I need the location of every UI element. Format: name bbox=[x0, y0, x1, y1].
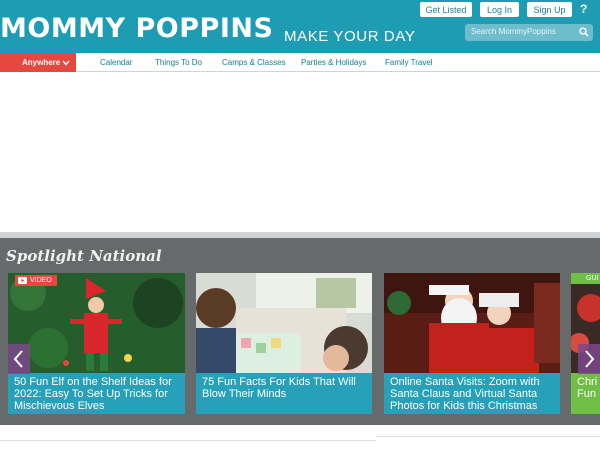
video-badge: VIDEO bbox=[15, 275, 57, 286]
location-dropdown[interactable]: Anywhere bbox=[0, 53, 76, 72]
site-logo[interactable]: MOMMY POPPINS bbox=[0, 13, 273, 44]
help-button[interactable]: ? bbox=[580, 2, 587, 16]
spotlight-title: Spotlight National bbox=[6, 247, 162, 265]
spotlight-card[interactable]: VIDEO 50 Fun Elf on the Shelf Ideas for … bbox=[8, 273, 185, 414]
tagline: MAKE YOUR DAY bbox=[284, 28, 416, 45]
search-icon[interactable] bbox=[579, 27, 589, 37]
main-nav: Anywhere Calendar Things To Do Camps & C… bbox=[0, 53, 600, 72]
site-header: MOMMY POPPINS MAKE YOUR DAY Get Listed L… bbox=[0, 0, 600, 53]
chevron-right-icon bbox=[585, 350, 595, 368]
sign-up-button[interactable]: Sign Up bbox=[527, 2, 572, 17]
nav-item-parties-holidays[interactable]: Parties & Holidays bbox=[301, 53, 366, 72]
guide-badge: GUI bbox=[571, 273, 600, 284]
log-in-button[interactable]: Log In bbox=[480, 2, 519, 17]
nav-item-family-travel[interactable]: Family Travel bbox=[385, 53, 433, 72]
location-label: Anywhere bbox=[22, 58, 61, 67]
card-image-elf[interactable] bbox=[8, 273, 185, 373]
spotlight-card[interactable]: 75 Fun Facts For Kids That Will Blow The… bbox=[196, 273, 372, 414]
card-image-santa[interactable] bbox=[384, 273, 560, 373]
card-caption[interactable]: Chri Fun bbox=[571, 373, 600, 414]
chevron-left-icon bbox=[13, 350, 23, 368]
card-image-kids-reading[interactable] bbox=[196, 273, 372, 373]
carousel-next-button[interactable] bbox=[578, 344, 600, 374]
card-caption[interactable]: 50 Fun Elf on the Shelf Ideas for 2022: … bbox=[8, 373, 185, 414]
spotlight-top-border bbox=[0, 232, 600, 238]
video-icon bbox=[18, 277, 27, 284]
carousel-prev-button[interactable] bbox=[8, 344, 30, 374]
get-listed-button[interactable]: Get Listed bbox=[420, 2, 472, 17]
search-placeholder: Search MommyPoppins bbox=[471, 27, 556, 36]
chevron-down-icon bbox=[62, 60, 70, 66]
search-input[interactable]: Search MommyPoppins bbox=[465, 24, 593, 41]
nav-item-calendar[interactable]: Calendar bbox=[100, 53, 132, 72]
video-badge-label: VIDEO bbox=[30, 277, 52, 284]
nav-item-things-to-do[interactable]: Things To Do bbox=[155, 53, 202, 72]
spotlight-card[interactable]: Online Santa Visits: Zoom with Santa Cla… bbox=[384, 273, 560, 414]
card-caption[interactable]: 75 Fun Facts For Kids That Will Blow The… bbox=[196, 373, 372, 414]
content-panel-right bbox=[376, 436, 600, 450]
nav-item-camps-classes[interactable]: Camps & Classes bbox=[222, 53, 286, 72]
content-panel-left bbox=[0, 440, 376, 450]
card-caption[interactable]: Online Santa Visits: Zoom with Santa Cla… bbox=[384, 373, 560, 414]
